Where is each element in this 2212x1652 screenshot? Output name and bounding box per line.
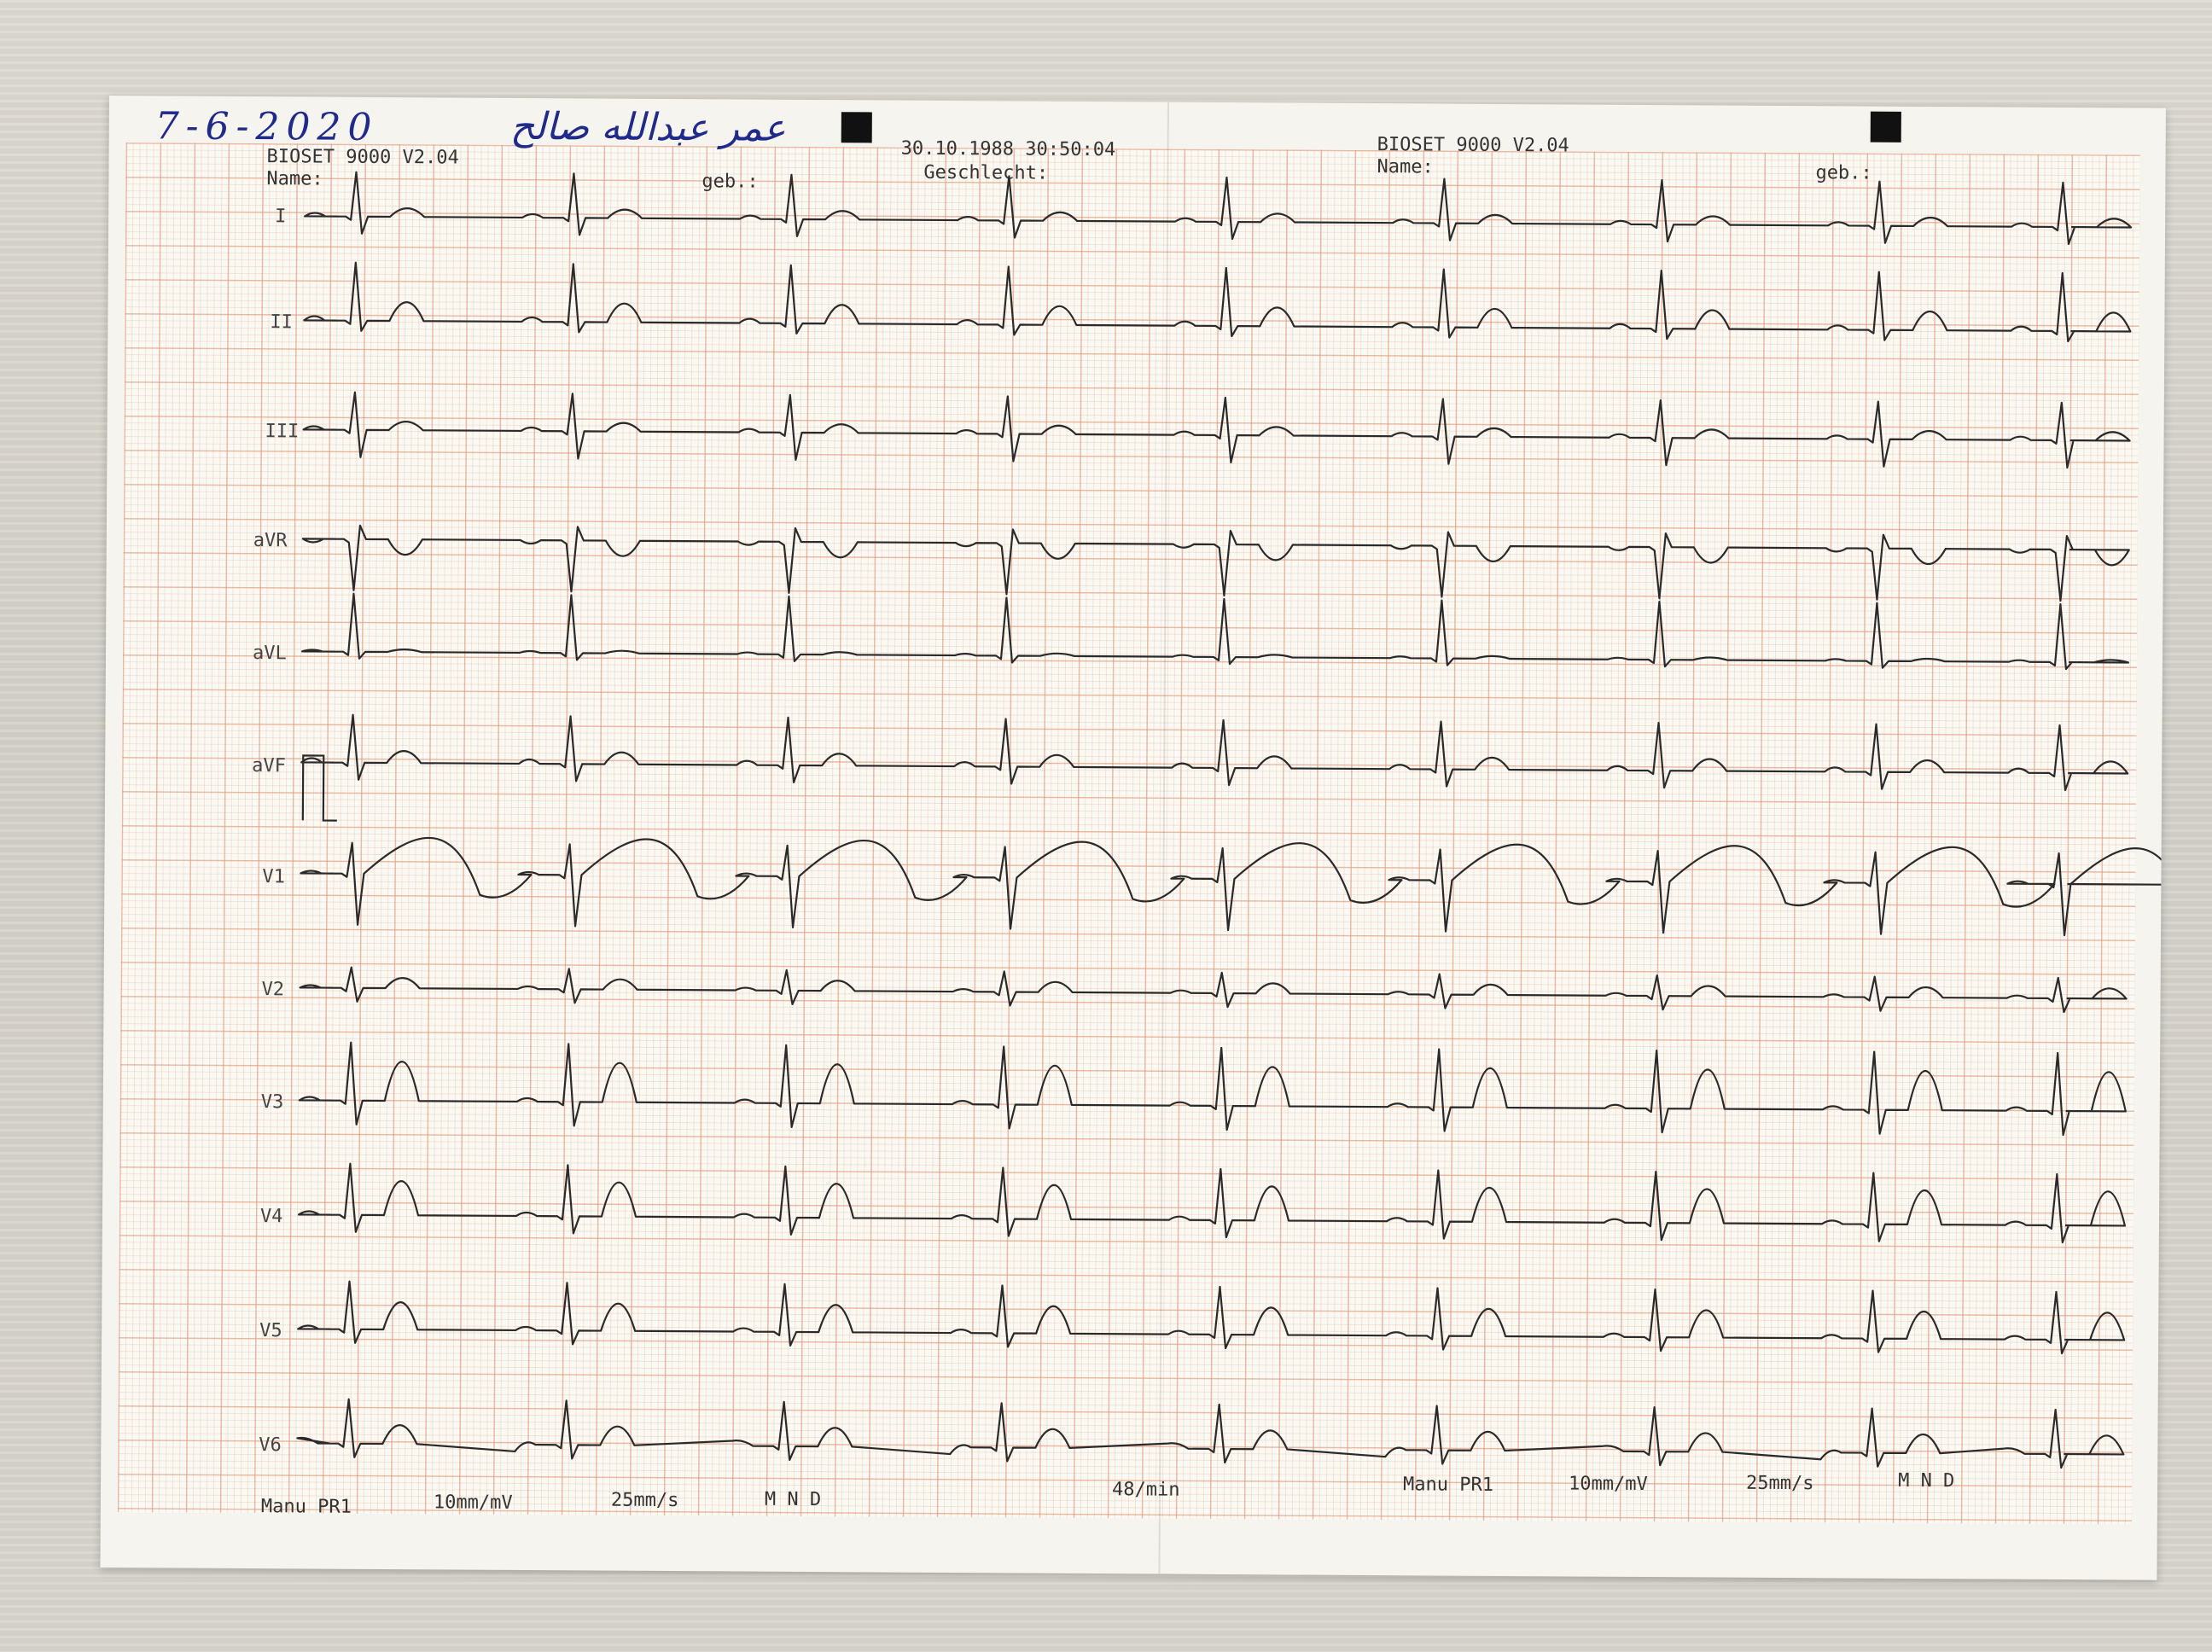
gain-label-left: 10mm/mV xyxy=(433,1492,513,1514)
filters-label-left: M N D xyxy=(764,1488,822,1511)
ecg-trace-1 xyxy=(303,261,2132,343)
ecg-trace-4 xyxy=(300,592,2130,671)
mode-label-left: Manu PR1 xyxy=(260,1496,352,1518)
ecg-paper: 7-6-2020 عمر عبدالله صالح BIOSET 9000 V2… xyxy=(100,96,2166,1580)
ecg-trace-2 xyxy=(302,391,2131,469)
ecg-trace-10 xyxy=(297,1280,2126,1355)
ecg-trace-5 xyxy=(300,713,2129,792)
speed-label-right: 25mm/s xyxy=(1746,1472,1814,1495)
ecg-trace-8 xyxy=(298,1041,2127,1137)
ecg-trace-11 xyxy=(296,1398,2125,1469)
ecg-traces xyxy=(296,171,2166,1469)
mode-label-right: Manu PR1 xyxy=(1403,1474,1494,1496)
speed-label-left: 25mm/s xyxy=(610,1489,679,1512)
ecg-trace-0 xyxy=(304,171,2133,246)
ecg-trace-6 xyxy=(300,836,2166,937)
ecg-trace-3 xyxy=(301,524,2130,602)
filters-label-right: M N D xyxy=(1898,1469,1955,1492)
ecg-trace-7 xyxy=(299,966,2128,1014)
ecg-trace-9 xyxy=(297,1162,2127,1244)
gain-label-right: 10mm/mV xyxy=(1569,1473,1648,1496)
heart-rate-label: 48/min xyxy=(1111,1479,1180,1501)
